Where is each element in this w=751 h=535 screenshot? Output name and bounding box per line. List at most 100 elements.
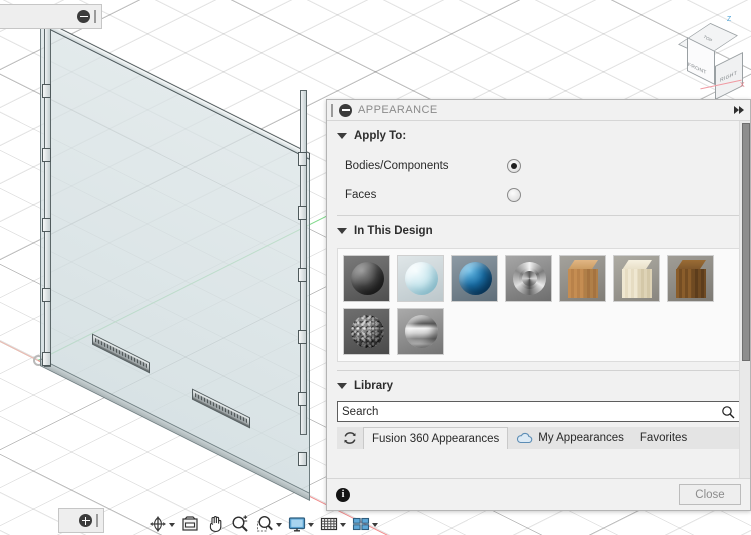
panel-right-stile: [300, 90, 307, 435]
chevron-down-icon[interactable]: [340, 523, 346, 527]
material-preview-sphere: [351, 315, 384, 348]
chevron-down-icon[interactable]: [372, 523, 378, 527]
material-preview-cube-left: [676, 269, 692, 298]
material-preview-cube-right: [584, 269, 598, 298]
library-tab-label: My Appearances: [538, 432, 624, 444]
chevron-down-icon[interactable]: [337, 383, 347, 389]
chevron-down-icon[interactable]: [276, 523, 282, 527]
look-at-button[interactable]: [178, 513, 202, 535]
drag-handle-icon[interactable]: [331, 103, 333, 117]
drag-handle-icon[interactable]: [94, 10, 96, 23]
search-field[interactable]: [337, 401, 740, 422]
browser-panel-bottom[interactable]: [58, 508, 104, 533]
glass-panel-body[interactable]: [0, 0, 340, 520]
material-preview-sphere: [405, 315, 438, 348]
panel-tab: [298, 392, 307, 406]
double-chevron-right-icon[interactable]: [734, 106, 744, 114]
search-input[interactable]: [338, 402, 739, 421]
library-tab-label: Fusion 360 Appearances: [372, 432, 500, 445]
appearance-dialog[interactable]: APPEARANCE Apply To: Bodies/Components F…: [326, 99, 751, 511]
magnifier-icon[interactable]: [721, 405, 735, 419]
display-settings-icon: [288, 516, 306, 531]
radio-bodies-components[interactable]: [507, 158, 521, 173]
library-tab-fusion-360-appearances[interactable]: Fusion 360 Appearances: [363, 427, 509, 449]
viewport-layout-icon: [352, 517, 370, 530]
swatch-glass-deep-blue[interactable]: [451, 255, 498, 302]
expand-icon[interactable]: [79, 514, 92, 527]
panel-left-stile: [44, 22, 51, 367]
swatch-wood-oak[interactable]: [559, 255, 606, 302]
section-title-library: Library: [354, 380, 393, 392]
panel-tab: [298, 268, 307, 282]
swatch-glass-light-blue[interactable]: [397, 255, 444, 302]
panel-tab: [42, 148, 51, 162]
material-preview-sphere: [351, 262, 384, 295]
panel-tab: [298, 330, 307, 344]
section-header-in-this-design[interactable]: In This Design: [327, 216, 750, 246]
look-at-icon: [182, 515, 198, 531]
panel-tab: [42, 84, 51, 98]
grid-snaps-button[interactable]: [317, 513, 348, 535]
swatch-row: [343, 308, 734, 355]
chevron-down-icon[interactable]: [308, 523, 314, 527]
zoom-button[interactable]: [228, 513, 252, 535]
display-settings-button[interactable]: [285, 513, 316, 535]
swatch-glass-smoke-dark[interactable]: [343, 255, 390, 302]
chevron-down-icon[interactable]: [169, 523, 175, 527]
orbit-icon: [150, 516, 166, 531]
grid-snaps-icon: [320, 517, 338, 530]
swatch-granite-speckled[interactable]: [343, 308, 390, 355]
chevron-down-icon[interactable]: [337, 228, 347, 234]
chevron-down-icon[interactable]: [337, 133, 347, 139]
refresh-icon: [344, 432, 356, 444]
radio-row-faces[interactable]: Faces: [327, 180, 750, 209]
library-tab-favorites[interactable]: Favorites: [632, 427, 695, 449]
info-icon[interactable]: i: [336, 487, 350, 502]
zoom-window-icon: [257, 515, 273, 531]
dialog-header[interactable]: APPEARANCE: [327, 100, 750, 121]
orbit-button[interactable]: [146, 513, 177, 535]
material-preview-cube-left: [568, 269, 584, 298]
library-tab-label: Favorites: [639, 432, 688, 444]
panel-tab: [42, 288, 51, 302]
library-tabs[interactable]: Fusion 360 Appearances My Appearances Fa…: [337, 427, 740, 449]
panel-tab: [298, 452, 307, 466]
dialog-footer: i Close: [327, 478, 750, 510]
view-cube[interactable]: TOP FRONT RIGHT Z X: [678, 14, 748, 101]
section-header-apply-to[interactable]: Apply To:: [327, 121, 750, 151]
drag-handle-icon[interactable]: [96, 514, 98, 527]
swatch-grid[interactable]: [337, 248, 740, 362]
viewport-layout-button[interactable]: [349, 513, 380, 535]
swatch-wood-walnut-dark[interactable]: [667, 255, 714, 302]
radio-faces[interactable]: [507, 187, 521, 202]
swatch-row: [343, 255, 734, 302]
zoom-window-button[interactable]: [253, 513, 284, 535]
view-cube-axis-x-label: X: [740, 82, 745, 89]
collapse-icon[interactable]: [77, 10, 90, 23]
library-tab-my-appearances[interactable]: My Appearances: [508, 427, 632, 449]
radio-row-bodies-components[interactable]: Bodies/Components: [327, 151, 750, 180]
pan-button[interactable]: [203, 513, 227, 535]
material-preview-cube-right: [638, 269, 652, 298]
collapse-icon[interactable]: [339, 103, 352, 117]
dialog-title: APPEARANCE: [358, 104, 438, 116]
dialog-scrollbar-thumb[interactable]: [742, 123, 750, 361]
refresh-library-button[interactable]: [337, 427, 363, 449]
swatch-wood-birch-pale[interactable]: [613, 255, 660, 302]
browser-panel-top[interactable]: [0, 4, 102, 29]
panel-tab: [298, 152, 307, 166]
navigation-toolbar[interactable]: [146, 512, 380, 535]
material-preview-torus: [513, 262, 546, 295]
zoom-icon: [232, 514, 248, 532]
view-cube-axis-z-label: Z: [727, 16, 732, 23]
radio-label-bodies-components: Bodies/Components: [345, 159, 449, 172]
section-header-library[interactable]: Library: [327, 371, 750, 401]
swatch-chrome-mirror[interactable]: [397, 308, 444, 355]
swatch-chrome-polished[interactable]: [505, 255, 552, 302]
close-button[interactable]: Close: [679, 484, 741, 505]
section-title-apply-to: Apply To:: [354, 130, 407, 142]
material-preview-sphere: [405, 262, 438, 295]
dialog-scrollbar[interactable]: [739, 121, 750, 478]
dialog-scroll-area[interactable]: Apply To: Bodies/Components Faces In Thi…: [327, 121, 750, 478]
radio-label-faces: Faces: [345, 188, 377, 201]
